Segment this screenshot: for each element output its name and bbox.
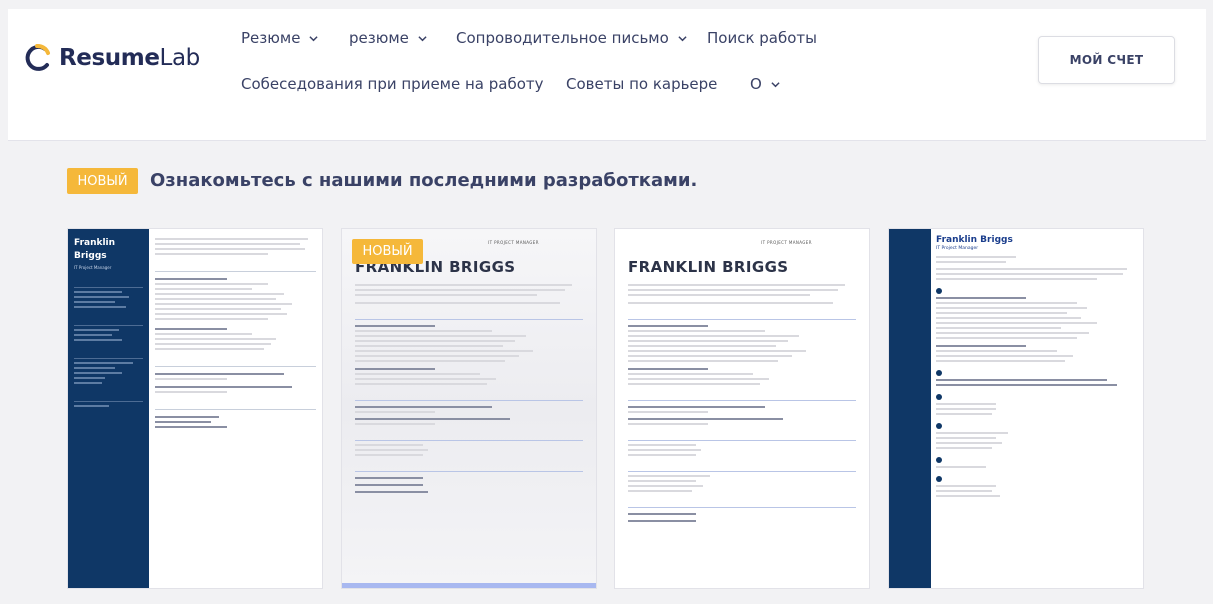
nav-item-career-advice[interactable]: Советы по карьере bbox=[566, 75, 717, 93]
resume-section-bar bbox=[355, 433, 583, 441]
nav-label: Сопроводительное письмо bbox=[456, 29, 669, 47]
resume-template-card[interactable]: IT PROJECT MANAGER FRANKLIN BRIGGS НОВЫЙ bbox=[341, 228, 597, 589]
nav-item-about[interactable]: О bbox=[750, 75, 780, 93]
chevron-down-icon bbox=[678, 35, 687, 41]
resume-section-bar bbox=[936, 457, 1137, 463]
resume-section-bar bbox=[74, 317, 143, 326]
resume-section-bar bbox=[628, 312, 856, 320]
site-header: ResumeLab Резюме резюме Сопроводительное… bbox=[8, 9, 1206, 141]
resume-template-card[interactable]: Franklin Briggs IT Project Manager bbox=[888, 228, 1144, 589]
resume-role: IT PROJECT MANAGER bbox=[488, 240, 539, 245]
accent-bar bbox=[342, 583, 596, 588]
chevron-down-icon bbox=[418, 35, 427, 41]
resume-main bbox=[628, 281, 856, 525]
nav-label: резюме bbox=[349, 29, 409, 47]
resume-section-bar bbox=[74, 279, 143, 288]
nav-item-resume-2[interactable]: резюме bbox=[349, 29, 427, 47]
new-badge: НОВЫЙ bbox=[352, 239, 423, 264]
resume-main bbox=[355, 281, 583, 496]
resume-section-bar bbox=[355, 312, 583, 320]
resume-name: Franklin Briggs bbox=[936, 235, 1013, 245]
resume-template-card[interactable]: Franklin Briggs IT Project Manager bbox=[67, 228, 323, 589]
my-account-button[interactable]: МОЙ СЧЕТ bbox=[1038, 36, 1175, 84]
resume-section-bar bbox=[628, 433, 856, 441]
resume-section-bar bbox=[936, 394, 1137, 400]
resume-section-bar bbox=[355, 464, 583, 472]
resume-section-bar bbox=[628, 500, 856, 508]
resume-main: Franklin Briggs IT Project Manager bbox=[936, 235, 1137, 500]
resume-name-last: Briggs bbox=[74, 251, 107, 261]
resume-section-bar bbox=[355, 393, 583, 401]
resume-section-bar bbox=[936, 476, 1137, 482]
resume-section-bar bbox=[936, 423, 1137, 429]
nav-item-cover-letter[interactable]: Сопроводительное письмо bbox=[456, 29, 687, 47]
nav-label: Советы по карьере bbox=[566, 75, 718, 93]
resume-sidebar: Franklin Briggs IT Project Manager bbox=[68, 229, 149, 588]
resume-role: IT Project Manager bbox=[74, 265, 112, 270]
resume-section-bar bbox=[74, 393, 143, 402]
nav-item-resume[interactable]: Резюме bbox=[241, 29, 319, 47]
nav-label: Собеседования при приеме на работу bbox=[241, 75, 544, 93]
logo-text: ResumeLab bbox=[59, 45, 200, 71]
resume-section-bar bbox=[628, 464, 856, 472]
promo-heading: Ознакомьтесь с нашими последними разрабо… bbox=[150, 170, 698, 191]
resume-template-card[interactable]: IT PROJECT MANAGER FRANKLIN BRIGGS bbox=[614, 228, 870, 589]
new-badge: НОВЫЙ bbox=[67, 168, 138, 194]
resume-section-bar bbox=[155, 401, 316, 410]
resume-name-first: Franklin bbox=[74, 238, 116, 248]
resume-name: FRANKLIN BRIGGS bbox=[628, 258, 789, 276]
chevron-down-icon bbox=[771, 81, 780, 87]
resume-section-bar bbox=[155, 263, 316, 272]
resume-sidebar bbox=[889, 229, 931, 588]
nav-item-job-search[interactable]: Поиск работы bbox=[707, 29, 817, 47]
resume-section-bar bbox=[155, 358, 316, 367]
resume-role: IT PROJECT MANAGER bbox=[761, 240, 812, 245]
resume-role: IT Project Manager bbox=[936, 246, 979, 251]
resume-main bbox=[155, 235, 316, 431]
nav-label: О bbox=[750, 75, 762, 93]
resume-section-bar bbox=[628, 393, 856, 401]
resume-section-bar bbox=[936, 288, 1137, 294]
nav-label: Поиск работы bbox=[707, 29, 818, 47]
resume-section-bar bbox=[936, 370, 1137, 376]
resume-section-bar bbox=[74, 350, 143, 359]
nav-item-interviews[interactable]: Собеседования при приеме на работу bbox=[241, 75, 544, 93]
chevron-down-icon bbox=[309, 35, 319, 41]
logo-icon bbox=[25, 44, 50, 71]
resumelab-logo[interactable]: ResumeLab bbox=[23, 42, 200, 74]
nav-label: Резюме bbox=[241, 29, 301, 47]
